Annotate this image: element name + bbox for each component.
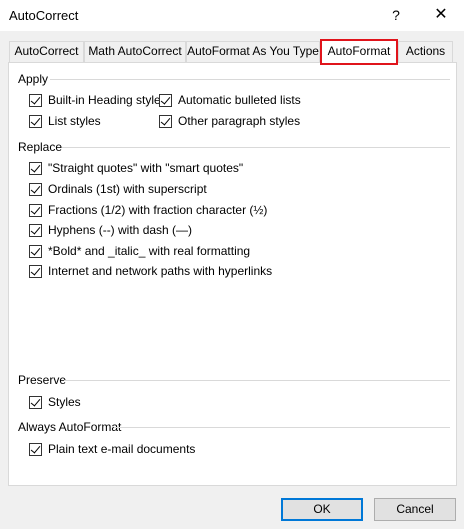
option-hyphens[interactable]: Hyphens (--) with dash (—) — [29, 222, 192, 238]
option-label: Ordinals (1st) with superscript — [48, 182, 207, 196]
checkbox[interactable] — [29, 203, 42, 217]
group-heading-preserve: Preserve — [18, 373, 67, 387]
option-fractions[interactable]: Fractions (1/2) with fraction character … — [29, 202, 267, 218]
tab-autoformat[interactable]: AutoFormat — [320, 39, 398, 65]
ok-button[interactable]: OK — [281, 498, 363, 521]
option-automatic-bulleted-lists[interactable]: Automatic bulleted lists — [159, 92, 301, 108]
checkbox[interactable] — [29, 93, 42, 107]
group-divider — [62, 147, 450, 148]
option-other-paragraph-styles[interactable]: Other paragraph styles — [159, 113, 300, 129]
option-smart-quotes[interactable]: "Straight quotes" with "smart quotes" — [29, 160, 243, 176]
tab-actions[interactable]: Actions — [398, 41, 453, 62]
option-label: *Bold* and _italic_ with real formatting — [48, 244, 251, 258]
option-ordinals[interactable]: Ordinals (1st) with superscript — [29, 181, 207, 197]
checkbox[interactable] — [159, 114, 172, 128]
checkbox[interactable] — [29, 182, 42, 196]
checkbox[interactable] — [29, 264, 42, 278]
group-divider — [50, 79, 450, 80]
group-divider — [114, 427, 450, 428]
group-heading-replace: Replace — [18, 140, 63, 154]
group-heading-apply: Apply — [18, 72, 49, 86]
option-built-in-heading-styles[interactable]: Built-in Heading styles — [29, 92, 167, 108]
checkbox[interactable] — [29, 223, 42, 237]
option-plain-text-email[interactable]: Plain text e-mail documents — [29, 441, 195, 457]
tab-label: AutoFormat As You Type — [187, 44, 319, 58]
option-label: Plain text e-mail documents — [48, 442, 196, 456]
close-button[interactable]: ✕ — [426, 2, 456, 28]
option-label: Automatic bulleted lists — [178, 93, 301, 107]
title-bar: AutoCorrect ? ✕ — [0, 0, 464, 31]
option-label: List styles — [48, 114, 101, 128]
checkbox[interactable] — [159, 93, 172, 107]
tab-label: AutoFormat — [327, 44, 391, 58]
checkbox[interactable] — [29, 114, 42, 128]
option-list-styles[interactable]: List styles — [29, 113, 101, 129]
option-label: Other paragraph styles — [178, 114, 301, 128]
option-label: Fractions (1/2) with fraction character … — [48, 203, 268, 217]
option-label: Hyphens (--) with dash (—) — [48, 223, 193, 237]
option-label: "Straight quotes" with "smart quotes" — [48, 161, 244, 175]
tab-label: Actions — [405, 44, 446, 58]
group-divider — [64, 380, 450, 381]
option-label: Styles — [48, 395, 81, 409]
tab-label: AutoCorrect — [14, 44, 79, 58]
option-label: Internet and network paths with hyperlin… — [48, 264, 273, 278]
option-hyperlinks[interactable]: Internet and network paths with hyperlin… — [29, 263, 272, 279]
tab-autoformat-as-you-type[interactable]: AutoFormat As You Type — [186, 41, 320, 62]
option-bold-italic[interactable]: *Bold* and _italic_ with real formatting — [29, 243, 250, 259]
window-title: AutoCorrect — [9, 8, 79, 23]
checkbox[interactable] — [29, 442, 42, 456]
help-button[interactable]: ? — [383, 2, 409, 28]
tab-math-autocorrect[interactable]: Math AutoCorrect — [84, 41, 186, 62]
checkbox[interactable] — [29, 244, 42, 258]
group-heading-always-autoformat: Always AutoFormat — [18, 420, 122, 434]
checkbox[interactable] — [29, 395, 42, 409]
tab-autocorrect[interactable]: AutoCorrect — [9, 41, 84, 62]
checkbox[interactable] — [29, 161, 42, 175]
tab-label: Math AutoCorrect — [88, 44, 182, 58]
cancel-button[interactable]: Cancel — [374, 498, 456, 521]
option-preserve-styles[interactable]: Styles — [29, 394, 81, 410]
option-label: Built-in Heading styles — [48, 93, 167, 107]
